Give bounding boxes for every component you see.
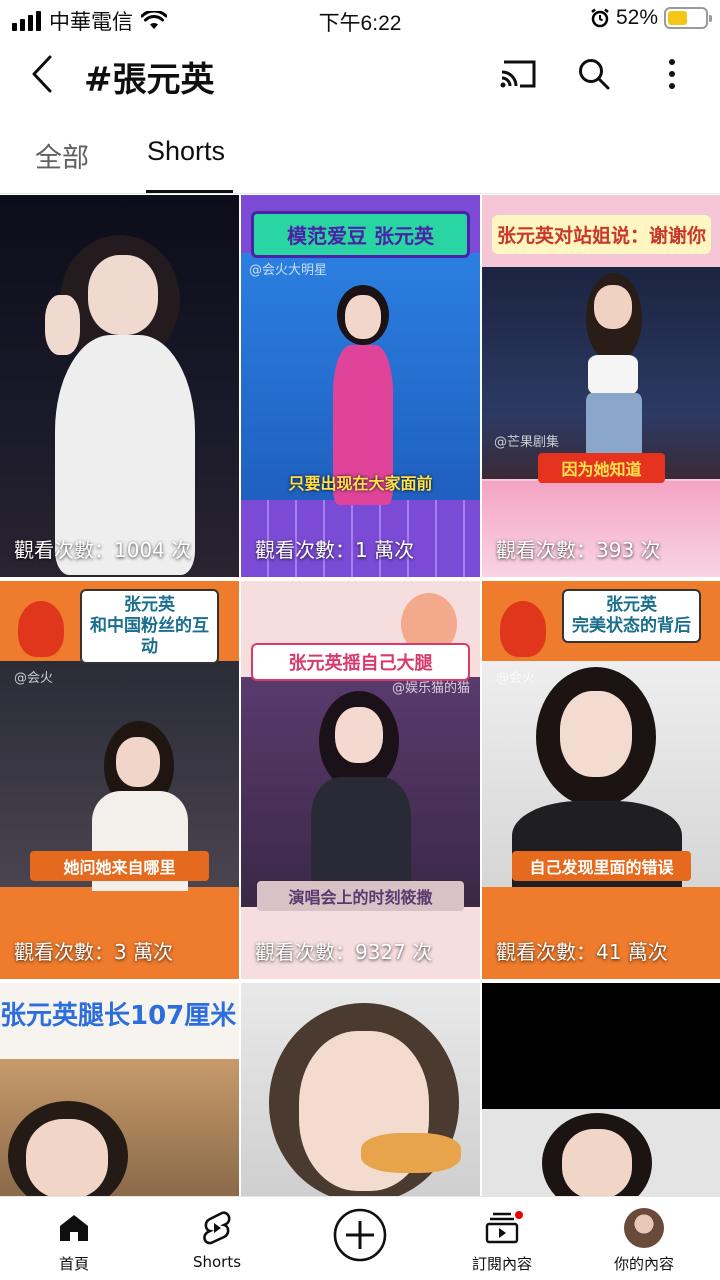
nav-subscriptions[interactable]: 訂閱內容 [430, 1197, 574, 1280]
avatar [624, 1208, 664, 1248]
nav-you[interactable]: 你的內容 [572, 1197, 716, 1280]
short-card[interactable]: 张元英揺自己大腿 @娱乐猫的猫 演唱会上的时刻筱撒 觀看次數：9327 次 [241, 581, 480, 979]
watermark: @会火 [496, 671, 536, 686]
short-thumbnail [0, 195, 239, 577]
page-title: #張元英 [84, 60, 215, 100]
nav-label: Shorts [192, 1253, 242, 1271]
more-options-button[interactable] [650, 54, 694, 94]
video-banner: 张元英揺自己大腿 [251, 643, 470, 681]
short-card[interactable]: 张元英腿长107厘米 [0, 983, 239, 1196]
video-banner: 张元英 和中国粉丝的互动 [80, 589, 219, 664]
nav-create[interactable] [288, 1197, 432, 1280]
video-caption: 演唱会上的时刻筱撒 [257, 881, 464, 911]
video-banner: 张元英腿长107厘米 [0, 1001, 237, 1031]
back-arrow-icon [32, 55, 52, 93]
view-count: 觀看次數：3 萬次 [14, 940, 174, 964]
alarm-icon [590, 8, 610, 28]
nav-label: 首頁 [58, 1255, 89, 1273]
back-button[interactable] [22, 52, 62, 96]
view-count: 觀看次數：393 次 [496, 538, 661, 562]
short-card[interactable] [241, 983, 480, 1196]
short-thumbnail [482, 983, 720, 1196]
more-vert-icon [669, 59, 675, 89]
status-bar: 中華電信 下午6:22 52% [0, 0, 720, 38]
short-thumbnail [241, 581, 480, 979]
tab-all[interactable]: 全部 [35, 136, 89, 175]
view-count: 觀看次數：9327 次 [255, 940, 433, 964]
create-icon [332, 1207, 388, 1263]
short-card[interactable]: 觀看次數：1004 次 [0, 195, 239, 577]
view-count: 觀看次數：1004 次 [14, 538, 192, 562]
watermark: @娱乐猫的猫 [391, 681, 470, 696]
search-icon [579, 59, 610, 90]
battery-level [668, 11, 687, 25]
video-banner: 张元英 完美状态的背后 [562, 589, 701, 643]
watermark: @会火 [14, 671, 54, 686]
video-caption: 自己发现里面的错误 [512, 851, 691, 881]
video-banner: 张元英对站姐说：谢谢你 [492, 215, 711, 254]
short-card[interactable]: 张元英 和中国粉丝的互动 @会火 她问她来自哪里 觀看次數：3 萬次 [0, 581, 239, 979]
home-icon [58, 1211, 90, 1245]
notification-dot [513, 1209, 525, 1221]
watermark: @芒果剧集 [494, 435, 560, 450]
bottom-navigation: 首頁 Shorts 訂閱內容 你的內容 [0, 1196, 720, 1280]
video-caption: 只要出现在大家面前 [288, 474, 433, 493]
battery-percent: 52% [615, 6, 658, 29]
nav-home[interactable]: 首頁 [2, 1197, 146, 1280]
banner-line: 和中国粉丝的互动 [90, 616, 209, 657]
view-count: 觀看次數：41 萬次 [496, 940, 668, 964]
short-card[interactable]: 张元英 完美状态的背后 @会火 自己发现里面的错误 觀看次數：41 萬次 [482, 581, 720, 979]
video-caption: 因为她知道 [538, 453, 665, 483]
cast-icon [500, 60, 536, 88]
shorts-icon [202, 1211, 232, 1245]
battery-icon [664, 7, 712, 29]
banner-line: 完美状态的背后 [572, 616, 691, 636]
short-card[interactable] [482, 983, 720, 1196]
shorts-grid: 觀看次數：1004 次 模范爱豆 张元英 @会火大明星 只要出现在大家面前 觀看… [0, 195, 720, 1196]
status-right: 52% [590, 6, 712, 30]
tab-shorts[interactable]: Shorts [147, 136, 225, 167]
tab-bar: 全部 Shorts [0, 120, 720, 194]
app-header: #張元英 [0, 40, 720, 110]
watermark: @会火大明星 [249, 263, 328, 278]
subscriptions-icon [485, 1209, 525, 1245]
nav-label: 你的內容 [613, 1255, 674, 1273]
video-banner: 模范爱豆 张元英 [251, 211, 470, 258]
video-caption: 她问她来自哪里 [30, 851, 209, 881]
short-thumbnail [241, 983, 480, 1196]
banner-line: 张元英 [124, 595, 175, 615]
short-card[interactable]: 张元英对站姐说：谢谢你 @芒果剧集 因为她知道 觀看次數：393 次 [482, 195, 720, 577]
nav-shorts[interactable]: Shorts [145, 1197, 289, 1280]
search-button[interactable] [572, 54, 616, 94]
short-card[interactable]: 模范爱豆 张元英 @会火大明星 只要出现在大家面前 觀看次數：1 萬次 [241, 195, 480, 577]
view-count: 觀看次數：1 萬次 [255, 538, 415, 562]
cast-button[interactable] [496, 54, 540, 94]
active-tab-indicator [146, 190, 233, 193]
nav-label: 訂閱內容 [471, 1255, 532, 1273]
banner-line: 张元英 [606, 595, 657, 615]
